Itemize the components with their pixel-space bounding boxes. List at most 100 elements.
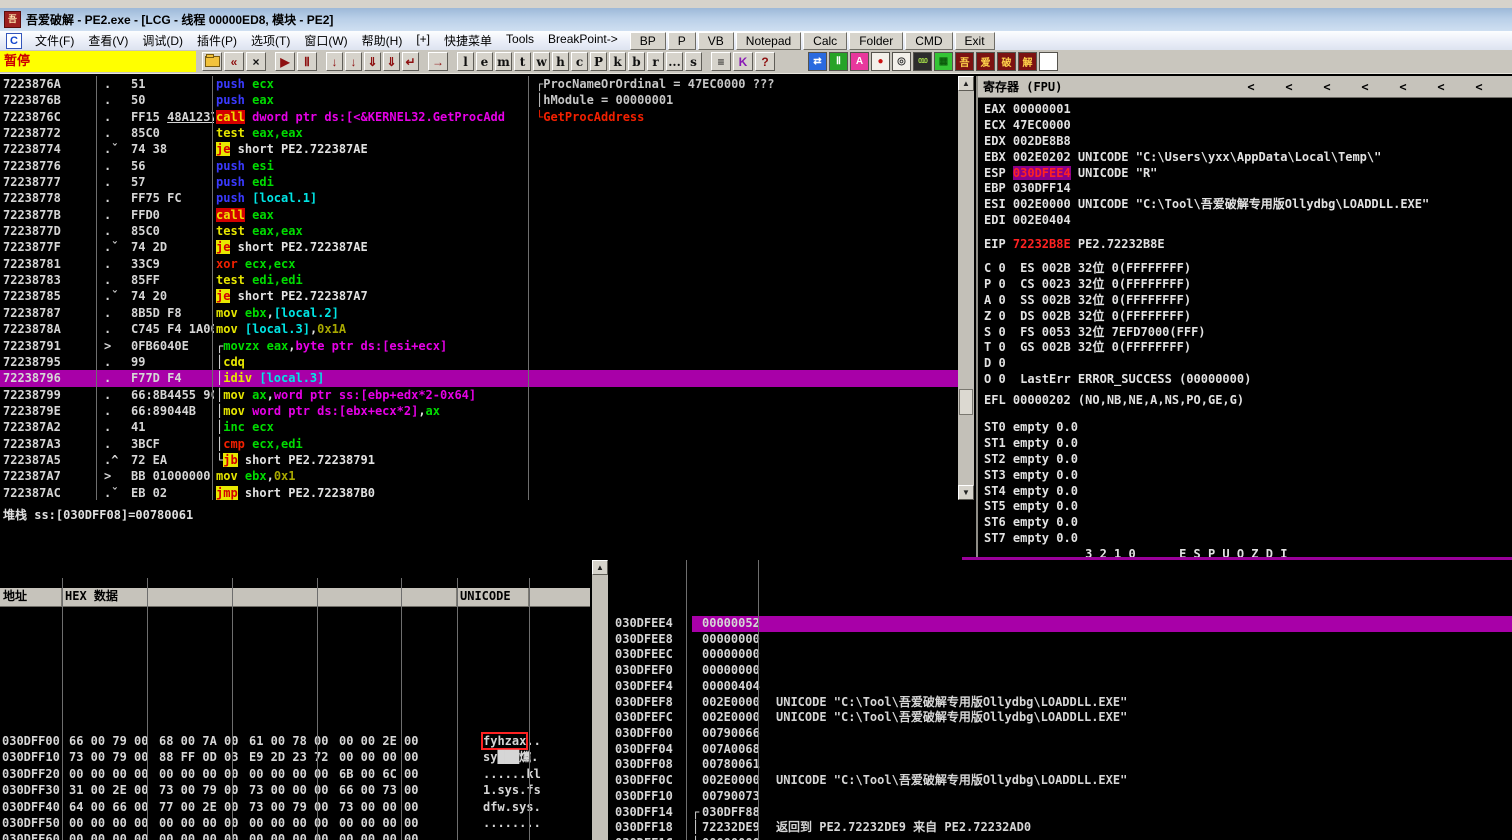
disasm-row[interactable]: 722387A3. 3BCF │cmp ecx,edi [0, 436, 958, 452]
binary-icon[interactable]: 010 [913, 52, 932, 71]
register-line[interactable]: P 0 CS 0023 32位 0(FFFFFFFF) [984, 277, 1512, 293]
dump-scrollbar[interactable]: ▲ [592, 560, 608, 840]
register-line[interactable]: Z 0 DS 002B 32位 0(FFFFFFFF) [984, 309, 1512, 325]
window-button-w[interactable]: w [533, 52, 550, 71]
open-file-icon[interactable] [202, 52, 222, 71]
menu-item[interactable]: 选项(T) [244, 31, 297, 50]
trace-over-icon[interactable]: ⇓ [383, 52, 400, 71]
trace-into-icon[interactable]: ⇓ [364, 52, 381, 71]
disasm-row[interactable]: 72238791 >0FB6040E ┌movzx eax,byte ptr ds:… [0, 338, 958, 354]
scroll-down-icon[interactable]: ▼ [958, 485, 974, 500]
dump-row[interactable]: 030DFF40 64 00 66 00 77 00 2E 00 73 00 79 0… [0, 799, 590, 815]
quick-button-calc[interactable]: Calc [803, 31, 848, 50]
menu-item[interactable]: 查看(V) [81, 31, 135, 50]
disasm-row[interactable]: 72238777. 57 push edi [0, 174, 958, 190]
disasm-row[interactable]: 72238787. 8B5D F8 mov ebx,[local.2] [0, 305, 958, 321]
register-line[interactable]: 3 2 1 0 E S P U O Z D I [984, 547, 1512, 557]
register-line[interactable]: EAX 00000001 [984, 102, 1512, 118]
register-line[interactable]: EIP 72232B8E PE2.72232B8E [984, 237, 1512, 253]
disasm-row[interactable]: 7223876A. 51 push ecx ┌ProcNameOrOrdinal = … [0, 76, 958, 92]
quick-button-notepad[interactable]: Notepad [735, 31, 802, 50]
blank-button[interactable] [1039, 52, 1058, 71]
register-line[interactable]: EBP 030DFF14 [984, 181, 1512, 197]
dump-header-cell[interactable]: 地址 [0, 588, 62, 606]
window-button-l[interactable]: l [457, 52, 474, 71]
stack-row[interactable]: 030DFEFC 002E0000 UNICODE "C:\Tool\吾爱破解专用版… [609, 710, 1512, 726]
menu-item[interactable]: BreakPoint-> [541, 31, 625, 50]
disasm-row[interactable]: 7223877B. FFD0 call eax [0, 207, 958, 223]
dump-row[interactable]: 030DFF50 00 00 00 00 00 00 00 00 00 00 00 0… [0, 815, 590, 831]
stack-row[interactable]: 030DFF00 00790066 [609, 726, 1512, 742]
step-over-icon[interactable]: ↓ [345, 52, 362, 71]
disasm-row[interactable]: 7223877F .ˇ 74 2D je short PE2.722387AE [0, 239, 958, 255]
register-line[interactable]: ESI 002E0000 UNICODE "C:\Tool\吾爱破解专用版Oll… [984, 197, 1512, 213]
record-icon[interactable]: ● [871, 52, 890, 71]
menu-item[interactable]: 帮助(H) [355, 31, 410, 50]
scroll-up-icon[interactable]: ▲ [592, 560, 608, 575]
dump-row[interactable]: 030DFF20 00 00 00 00 00 00 00 00 00 00 00 0… [0, 766, 590, 782]
register-line[interactable]: EDX 002DE8B8 [984, 134, 1512, 150]
stack-row[interactable]: 030DFF10 00790073 [609, 789, 1512, 805]
dump-row[interactable]: 030DFF60 00 00 00 00 00 00 00 00 00 00 00 0… [0, 831, 590, 840]
stack-row[interactable]: 030DFEE4 00000052 [609, 616, 1512, 632]
window-button-r[interactable]: r [647, 52, 664, 71]
register-line[interactable]: ST7 empty 0.0 [984, 531, 1512, 547]
stack-row[interactable]: 030DFEE8 00000000 [609, 632, 1512, 648]
window-button-m[interactable]: m [495, 52, 512, 71]
breakpoint-window-icon[interactable]: K [733, 52, 753, 71]
register-line[interactable]: A 0 SS 002B 32位 0(FFFFFFFF) [984, 293, 1512, 309]
window-button-c[interactable]: c [571, 52, 588, 71]
menu-item[interactable]: 窗口(W) [297, 31, 354, 50]
stack-row[interactable]: 030DFEEC 00000000 [609, 647, 1512, 663]
register-line[interactable]: ST5 empty 0.0 [984, 499, 1512, 515]
scroll-thumb[interactable] [959, 389, 973, 415]
stack-row[interactable]: 030DFEF8 002E0000 UNICODE "C:\Tool\吾爱破解专用版… [609, 695, 1512, 711]
register-line[interactable]: ST0 empty 0.0 [984, 420, 1512, 436]
dump-row[interactable]: 030DFF00 66 00 79 00 68 00 7A 00 61 00 78 0… [0, 732, 590, 750]
help-icon[interactable]: ? [755, 52, 775, 71]
register-line[interactable]: ST1 empty 0.0 [984, 436, 1512, 452]
stack-row[interactable]: 030DFF08 00780061 [609, 757, 1512, 773]
brand-jie-button[interactable]: 解 [1018, 52, 1037, 71]
stack-row[interactable]: 030DFEF0 00000000 [609, 663, 1512, 679]
window-button-h[interactable]: h [552, 52, 569, 71]
brand-po-button[interactable]: 破 [997, 52, 1016, 71]
dump-header-cell[interactable]: HEX 数据 [62, 588, 457, 606]
brand-ai-button[interactable]: 爱 [976, 52, 995, 71]
register-line[interactable]: ST6 empty 0.0 [984, 515, 1512, 531]
disasm-row[interactable]: 72238776. 56 push esi [0, 158, 958, 174]
register-line[interactable]: ECX 47EC0000 [984, 118, 1512, 134]
quick-button-vb[interactable]: VB [697, 31, 734, 50]
register-line[interactable]: EBX 002E0202 UNICODE "C:\Users\yxx\AppDa… [984, 150, 1512, 166]
window-button-s[interactable]: s [685, 52, 702, 71]
register-line[interactable]: ST4 empty 0.0 [984, 484, 1512, 500]
disasm-row[interactable]: 72238772. 85C0 test eax,eax [0, 125, 958, 141]
disasm-row[interactable]: 72238778. FF75 FC push [local.1] [0, 190, 958, 206]
window-button-dotdotdot[interactable]: ... [666, 52, 683, 71]
disasm-row[interactable]: 7223876B. 50 push eax │hModule = 00000001 [0, 92, 958, 108]
disassembly-pane[interactable]: 7223876A. 51 push ecx ┌ProcNameOrOrdinal = … [0, 76, 958, 500]
disasm-row[interactable]: 72238785 .ˇ 74 20 je short PE2.722387A7 [0, 288, 958, 304]
assembler-icon[interactable]: A [850, 52, 869, 71]
menu-item[interactable]: 文件(F) [28, 31, 81, 50]
stack-row[interactable]: 030DFF0C 002E0000 UNICODE "C:\Tool\吾爱破解专用版… [609, 773, 1512, 789]
rewind-icon[interactable]: « [224, 52, 244, 71]
dump-header-cell[interactable] [529, 588, 585, 606]
register-line[interactable]: C 0 ES 002B 32位 0(FFFFFFFF) [984, 261, 1512, 277]
chevron-left-icons[interactable]: < < < < < < < [1232, 80, 1498, 94]
swap-icon[interactable]: ⇄ [808, 52, 827, 71]
stack-row[interactable]: 030DFF14 ┌ 030DFF88 [609, 805, 1512, 821]
disasm-row[interactable]: 72238783. 85FF test edi,edi [0, 272, 958, 288]
window-button-k[interactable]: k [609, 52, 626, 71]
step-into-icon[interactable]: ↓ [326, 52, 343, 71]
quick-button-cmd[interactable]: CMD [905, 31, 953, 50]
menu-item[interactable]: 调试(D) [135, 31, 190, 50]
disasm-row[interactable]: 72238795. 99 │cdq [0, 354, 958, 370]
disasm-row[interactable]: 7223876C.FF15 48A12372call dword ptr ds:… [0, 109, 958, 125]
stack-row[interactable]: 030DFF04 007A0068 [609, 742, 1512, 758]
disasm-row[interactable]: 7223877D. 85C0 test eax,eax [0, 223, 958, 239]
disasm-row[interactable]: 722387A2. 41 │inc ecx [0, 419, 958, 435]
registers-pane[interactable]: 寄存器 (FPU) < < < < < < < EAX 00000001 ECX 47EC00… [976, 76, 1512, 557]
log-window-icon[interactable]: ≡ [711, 52, 731, 71]
menu-item[interactable]: [+] [409, 31, 437, 50]
